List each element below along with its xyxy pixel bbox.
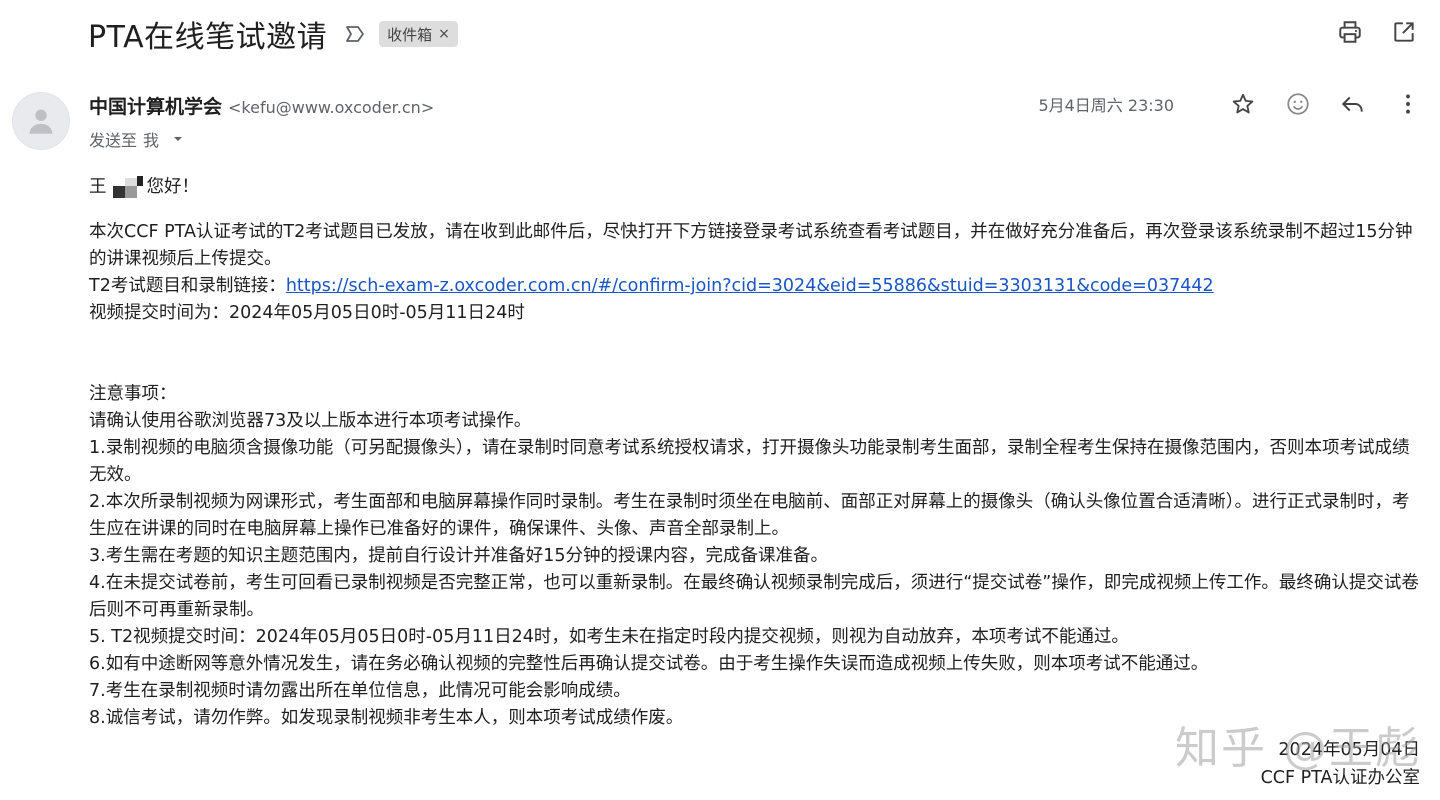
recipient-line: 发送至 我 [89,127,434,151]
exam-link[interactable]: https://sch-exam-z.oxcoder.com.cn/#/conf… [286,276,1214,296]
intro-paragraph: 本次CCF PTA认证考试的T2考试题目已发放，请在收到此邮件后，尽快打开下方链… [89,222,1413,269]
link-label: T2考试题目和录制链接： [89,276,286,296]
subject-row: PTA在线笔试邀请 收件箱 × [88,12,458,56]
email-subject: PTA在线笔试邀请 [88,20,328,55]
remove-label-button[interactable]: × [438,26,450,42]
note-item: 2.本次所录制视频为网课形式，考生面部和电脑屏幕操作同时录制。考生在录制时须坐在… [89,492,1410,539]
notice-intro: 请确认使用谷歌浏览器73及以上版本进行本项考试操作。 [89,411,532,431]
greeting: 王 您好！ [89,174,1424,201]
note-item: 5. T2视频提交时间：2024年05月05日0时-05月11日24时，如考生未… [89,627,1129,647]
signature-date: 2024年05月04日 [1278,740,1420,760]
email-view: PTA在线笔试邀请 收件箱 × 中国计算机学会 <kefu@www.oxcode… [0,0,1440,800]
open-in-new-icon[interactable] [1390,18,1418,46]
note-item: 8.诚信考试，请勿作弊。如发现录制视频非考生本人，则本项考试成绩作废。 [89,708,684,728]
sender-block: 中国计算机学会 <kefu@www.oxcoder.cn> 发送至 我 [89,92,434,151]
note-item: 1.录制视频的电脑须含摄像功能（可另配摄像头），请在录制时同意考试系统授权请求，… [89,438,1410,485]
signature: 2024年05月04日 CCF PTA认证办公室 [1261,736,1420,792]
person-icon [29,109,53,134]
label-important-icon[interactable] [343,22,367,46]
sender-avatar[interactable] [12,92,70,150]
greeting-prefix: 王 [89,177,107,197]
note-item: 6.如有中途断网等意外情况发生，请在务必确认视频的完整性后再确认提交试卷。由于考… [89,654,1209,674]
print-icon[interactable] [1336,18,1364,46]
redacted-name [109,175,145,200]
link-line: T2考试题目和录制链接：https://sch-exam-z.oxcoder.c… [89,273,1424,300]
sender-name[interactable]: 中国计算机学会 [89,92,222,119]
note-item: 3.考生需在考题的知识主题范围内，提前自行设计并准备好15分钟的授课内容，完成备… [89,546,828,566]
top-actions [1336,18,1418,46]
signature-org: CCF PTA认证办公室 [1260,768,1420,788]
inbox-label-chip[interactable]: 收件箱 × [379,21,458,47]
message-actions: 5月4日周六 23:30 [1038,90,1422,118]
sender-line: 中国计算机学会 <kefu@www.oxcoder.cn> [89,92,434,119]
inbox-label-text: 收件箱 [387,25,433,44]
sender-email: <kefu@www.oxcoder.cn> [228,98,435,117]
caret-down-icon[interactable] [171,132,185,146]
star-icon[interactable] [1229,90,1257,118]
note-item: 7.考生在录制视频时请勿露出所在单位信息，此情况可能会影响成绩。 [89,681,631,701]
submit-time: 视频提交时间为：2024年05月05日0时-05月11日24时 [89,303,525,323]
emoji-icon[interactable] [1284,90,1312,118]
reply-icon[interactable] [1339,90,1367,118]
greeting-suffix: 您好！ [146,177,200,197]
to-recipient: 我 [143,131,160,150]
notice-title: 注意事项： [89,384,177,404]
email-body: 王 您好！ 本次CCF PTA认证考试的T2考试题目已发放，请在收到此邮件后，尽… [89,174,1424,732]
email-date: 5月4日周六 23:30 [1038,96,1174,115]
to-prefix: 发送至 [89,131,138,150]
note-item: 4.在未提交试卷前，考生可回看已录制视频是否完整正常，也可以重新录制。在最终确认… [89,573,1419,620]
more-vert-icon[interactable] [1394,90,1422,118]
